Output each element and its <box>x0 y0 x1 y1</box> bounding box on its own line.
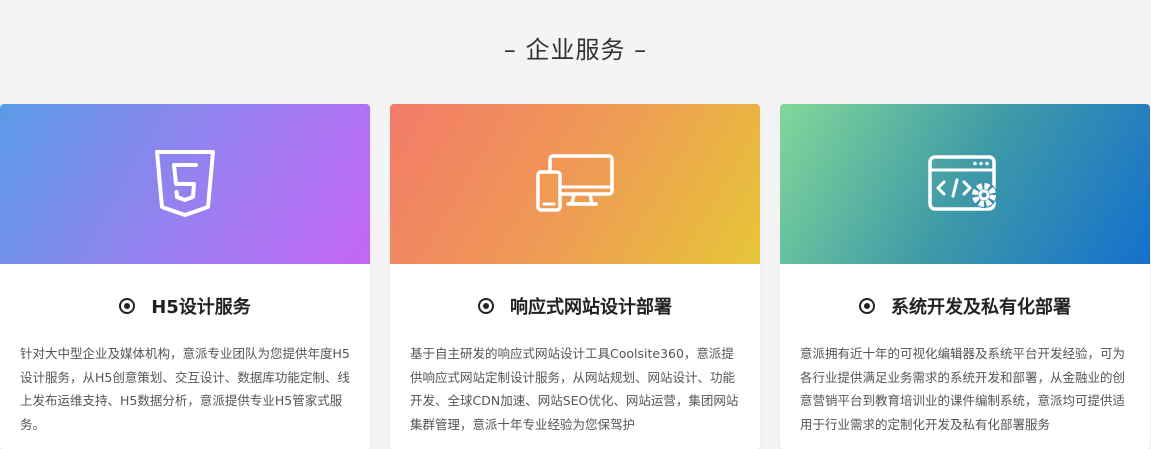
html5-icon <box>155 150 215 217</box>
devices-icon <box>536 154 614 212</box>
radio-icon <box>119 298 136 314</box>
service-card-h5[interactable]: H5设计服务 针对大中型企业及媒体机构，意派专业团队为您提供年度H5设计服务，从… <box>0 104 370 449</box>
service-card-responsive[interactable]: 响应式网站设计部署 基于自主研发的响应式网站设计工具Coolsite360，意派… <box>390 104 760 449</box>
code-settings-icon <box>928 155 997 211</box>
card-banner <box>780 104 1150 264</box>
radio-icon <box>478 298 494 314</box>
card-banner <box>390 104 760 264</box>
card-description: 基于自主研发的响应式网站设计工具Coolsite360，意派提供响应式网站定制设… <box>410 346 739 432</box>
service-card-system[interactable]: 系统开发及私有化部署 意派拥有近十年的可视化编辑器及系统平台开发经验，可为各行业… <box>780 104 1150 449</box>
card-banner <box>0 104 370 264</box>
card-title: 响应式网站设计部署 <box>390 292 760 320</box>
card-title: 系统开发及私有化部署 <box>780 292 1150 320</box>
card-description: 针对大中型企业及媒体机构，意派专业团队为您提供年度H5设计服务，从H5创意策划、… <box>20 346 350 432</box>
card-description: 意派拥有近十年的可视化编辑器及系统平台开发经验，可为各行业提供满足业务需求的系统… <box>800 346 1126 432</box>
section-title: – 企业服务 – <box>503 36 648 64</box>
radio-icon <box>859 298 875 314</box>
card-title: H5设计服务 <box>0 292 370 320</box>
